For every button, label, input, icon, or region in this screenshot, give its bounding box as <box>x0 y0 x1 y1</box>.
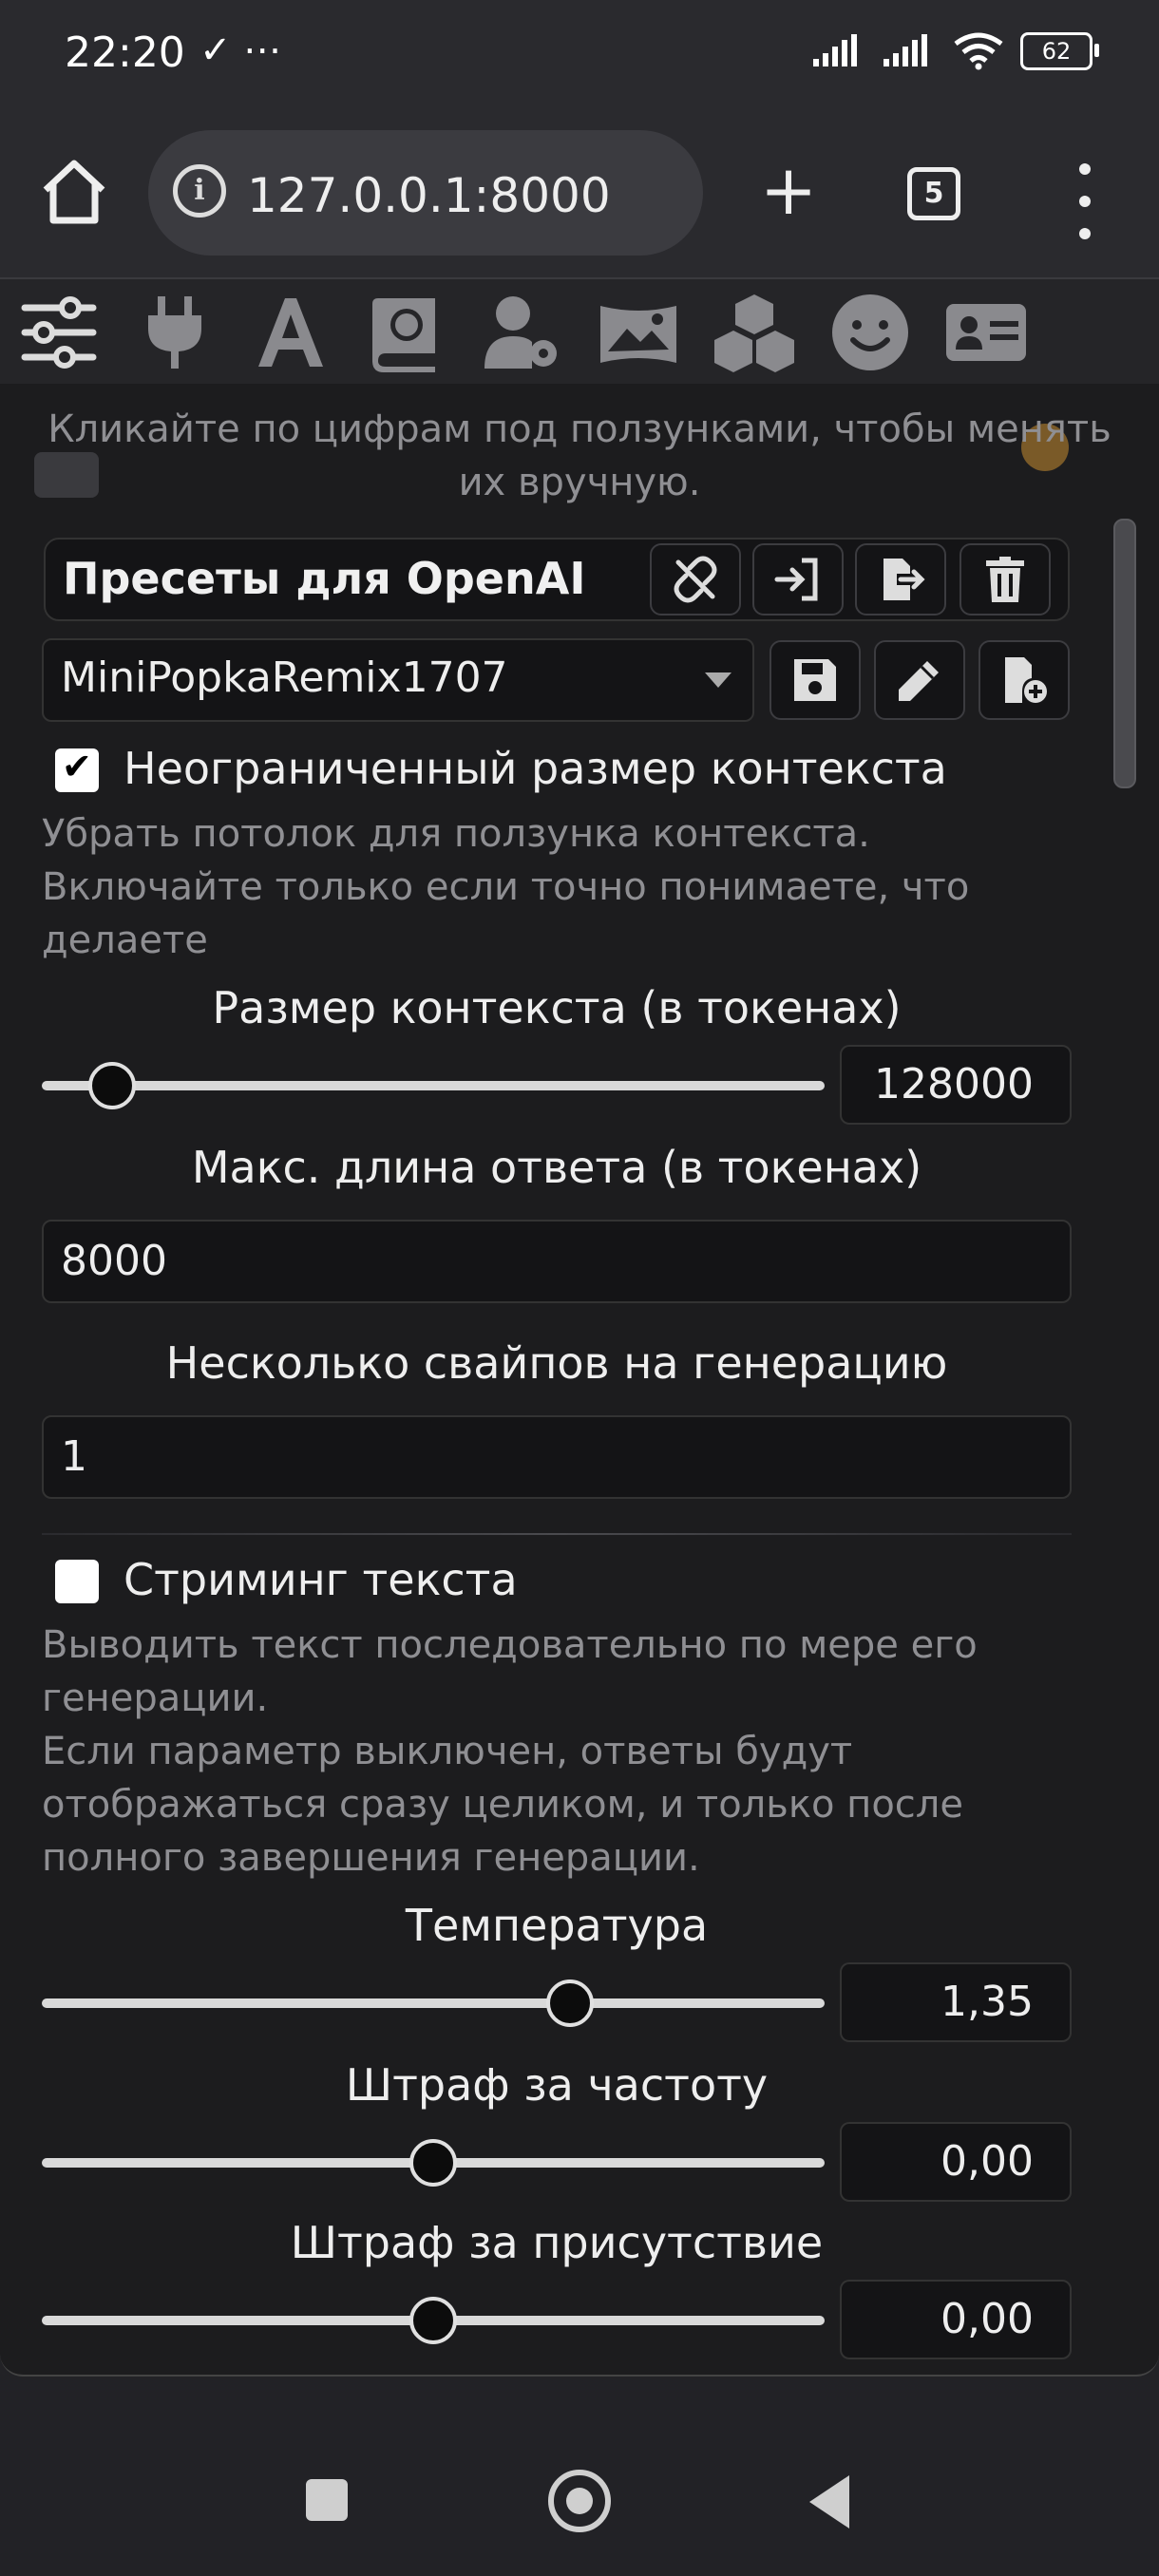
trash-icon <box>986 557 1024 602</box>
slider-thumb[interactable] <box>546 1979 595 2027</box>
url-text[interactable]: 127.0.0.1:8000 <box>247 168 611 223</box>
back-button[interactable] <box>809 2475 849 2529</box>
system-nav-bar <box>0 2413 1159 2576</box>
import-preset-button[interactable] <box>752 543 844 616</box>
presence-penalty-slider[interactable] <box>42 2297 825 2344</box>
new-tab-button[interactable]: + <box>750 152 826 228</box>
context-size-label: Размер контекста (в токенах) <box>212 982 902 1033</box>
slider-thumb[interactable] <box>409 2297 457 2344</box>
delete-preset-button[interactable] <box>960 543 1051 616</box>
smile-icon[interactable] <box>826 289 914 376</box>
streaming-label: Стриминг текста <box>124 1554 518 1605</box>
temperature-label: Температура <box>405 1900 709 1951</box>
presence-penalty-value[interactable]: 0,00 <box>840 2280 1072 2359</box>
temperature-slider[interactable] <box>42 1979 825 2027</box>
unlimited-context-desc-2: Включайте только если точно понимаете, ч… <box>42 865 970 962</box>
streaming-desc-2: Если параметр выключен, ответы будут ото… <box>42 1730 963 1880</box>
swipes-label: Несколько свайпов на генерацию <box>165 1337 948 1389</box>
rename-preset-button[interactable] <box>874 640 965 720</box>
user-gear-icon[interactable] <box>479 289 566 376</box>
image-icon[interactable] <box>595 289 682 376</box>
slider-thumb[interactable] <box>409 2139 457 2187</box>
streaming-desc-1: Выводить текст последовательно по мере е… <box>42 1623 978 1720</box>
file-plus-icon <box>1005 657 1047 703</box>
recents-button[interactable] <box>306 2479 348 2521</box>
tab-switcher-button[interactable]: 5 <box>907 167 960 220</box>
notification-icons: ✓ ⋯ <box>200 28 282 72</box>
signal-icon <box>813 34 857 66</box>
browser-toolbar: i 127.0.0.1:8000 + 5 <box>0 114 1159 277</box>
wifi-icon <box>954 32 1003 70</box>
site-info-icon[interactable]: i <box>173 164 226 218</box>
export-preset-button[interactable] <box>855 543 946 616</box>
address-bar[interactable]: i 127.0.0.1:8000 <box>148 130 703 256</box>
save-icon <box>794 659 836 701</box>
font-icon[interactable] <box>247 289 334 376</box>
swipes-input[interactable]: 1 <box>42 1415 1072 1499</box>
preset-select-value: MiniPopkaRemix1707 <box>61 653 508 702</box>
battery-icon: 62 <box>1020 32 1099 70</box>
home-icon <box>43 160 105 224</box>
home-button[interactable] <box>36 154 112 230</box>
streaming-checkbox[interactable] <box>55 1560 99 1603</box>
context-size-slider[interactable] <box>42 1062 825 1109</box>
unlimited-context-desc-1: Убрать потолок для ползунка контекста. <box>42 812 870 856</box>
unlink-icon <box>674 556 717 603</box>
preset-title: Пресеты для OpenAI <box>63 553 586 604</box>
preset-select[interactable]: MiniPopkaRemix1707 <box>42 638 754 722</box>
export-icon <box>884 559 925 600</box>
frequency-penalty-slider[interactable] <box>42 2139 825 2187</box>
status-right: 62 <box>813 32 1099 70</box>
save-preset-button[interactable] <box>770 640 861 720</box>
status-time: 22:20 <box>65 28 185 77</box>
new-preset-button[interactable] <box>978 640 1070 720</box>
unlimited-context-label: Неограниченный размер контекста <box>124 743 947 794</box>
max-response-label: Макс. длина ответа (в токенах) <box>191 1142 922 1193</box>
divider <box>42 1533 1072 1535</box>
slider-thumb[interactable] <box>88 1062 137 1109</box>
frequency-penalty-label: Штраф за частоту <box>345 2059 769 2111</box>
id-card-icon[interactable] <box>942 289 1030 376</box>
plug-icon[interactable] <box>131 289 218 376</box>
max-response-input[interactable]: 8000 <box>42 1220 1072 1303</box>
cubes-icon[interactable] <box>711 289 798 376</box>
unlink-preset-button[interactable] <box>650 543 741 616</box>
import-icon <box>774 558 818 601</box>
book-globe-icon[interactable] <box>363 289 450 376</box>
temperature-value[interactable]: 1,35 <box>840 1962 1072 2042</box>
top-nav <box>0 277 1159 386</box>
scrollbar[interactable] <box>1113 519 1136 788</box>
signal-icon-2 <box>884 34 927 66</box>
unlimited-context-checkbox[interactable] <box>55 746 99 792</box>
sliders-icon[interactable] <box>15 289 103 376</box>
pencil-icon <box>899 661 939 701</box>
presence-penalty-label: Штраф за присутствие <box>290 2217 824 2268</box>
home-nav-button[interactable] <box>548 2470 611 2532</box>
status-bar: 22:20 ✓ ⋯ 62 <box>0 0 1159 114</box>
slider-hint: Кликайте по цифрам под ползунками, чтобы… <box>48 407 1112 504</box>
context-size-value[interactable]: 128000 <box>840 1045 1072 1125</box>
frequency-penalty-value[interactable]: 0,00 <box>840 2122 1072 2202</box>
settings-panel: Кликайте по цифрам под ползунками, чтобы… <box>0 384 1159 2377</box>
chevron-down-icon <box>705 672 732 688</box>
browser-menu-button[interactable] <box>1074 163 1096 239</box>
